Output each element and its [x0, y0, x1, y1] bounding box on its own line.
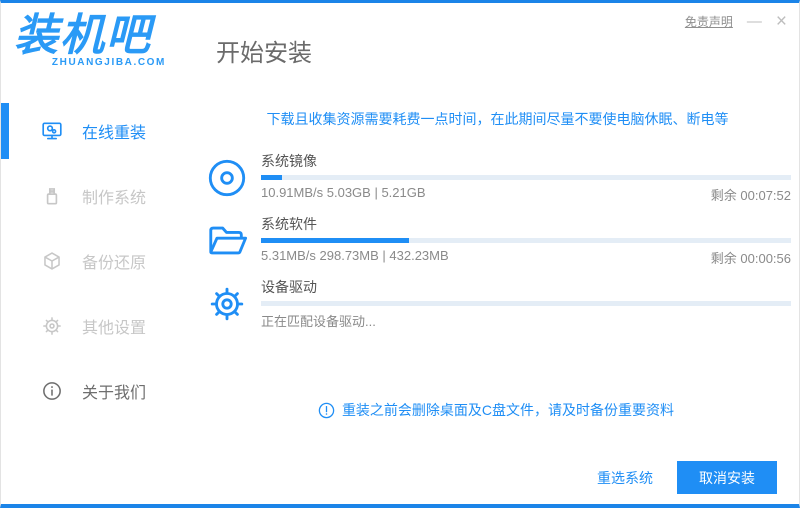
folder-icon [209, 226, 248, 254]
task-row-device-driver: 设备驱动 正在匹配设备驱动... [206, 277, 791, 330]
warning-text: 下载且收集资源需要耗费一点时间，在此期间尽量不要使电脑休眠、断电等 [266, 111, 729, 127]
task-time-remaining: 剩余 00:07:52 [710, 188, 791, 203]
sidebar-item-label: 在线重装 [82, 124, 147, 142]
task-speed-size: 10.91MB/s 5.03GB | 5.21GB [261, 185, 426, 200]
task-name: 设备驱动 [261, 279, 317, 295]
progress-bar [261, 238, 791, 243]
info-icon [43, 381, 61, 400]
minimize-button[interactable]: — [747, 14, 762, 29]
cancel-install-button[interactable]: 取消安装 [677, 461, 777, 494]
reselect-system-button[interactable]: 重选系统 [597, 468, 653, 488]
task-name: 系统软件 [261, 216, 317, 232]
sidebar: 在线重装 制作系统 备份还原 其他设置 关于我们 [1, 98, 191, 423]
progress-fill [261, 175, 283, 180]
task-status-text: 正在匹配设备驱动... [261, 314, 376, 329]
close-button[interactable]: × [776, 12, 787, 31]
app-window: 装机吧 ZHUANGJIBA.COM 开始安装 免责声明 — × 在线重装 制作… [0, 0, 800, 508]
page-title: 开始安装 [216, 40, 312, 67]
task-speed-size: 5.31MB/s 298.73MB | 432.23MB [261, 248, 449, 263]
gear-icon [43, 316, 61, 335]
app-logo: 装机吧 ZHUANGJIBA.COM [14, 11, 166, 68]
logo-text: 装机吧 [14, 11, 152, 60]
sidebar-item-other-settings[interactable]: 其他设置 [1, 293, 191, 358]
progress-fill [261, 238, 410, 243]
task-name: 系统镜像 [261, 153, 317, 169]
progress-bar [261, 175, 791, 180]
sidebar-item-about-us[interactable]: 关于我们 [1, 358, 191, 423]
backup-restore-icon [44, 251, 60, 270]
task-list: 系统镜像 10.91MB/s 5.03GB | 5.21GB 剩余 00:07:… [206, 151, 791, 330]
sidebar-item-label: 其他设置 [82, 319, 147, 337]
sidebar-item-backup-restore[interactable]: 备份还原 [1, 228, 191, 293]
task-row-system-image: 系统镜像 10.91MB/s 5.03GB | 5.21GB 剩余 00:07:… [206, 151, 791, 204]
notice-text: 重装之前会删除桌面及C盘文件，请及时备份重要资料 [341, 402, 675, 418]
task-row-system-software: 系统软件 5.31MB/s 298.73MB | 432.23MB 剩余 00:… [206, 214, 791, 267]
backup-notice: 重装之前会删除桌面及C盘文件，请及时备份重要资料 [191, 400, 800, 420]
main-content: 下载且收集资源需要耗费一点时间，在此期间尽量不要使电脑休眠、断电等 系统镜像 1… [191, 91, 800, 421]
gear-icon [210, 287, 244, 320]
monitor-reinstall-icon [42, 121, 62, 139]
task-time-remaining: 剩余 00:00:56 [710, 251, 791, 266]
sidebar-item-label: 关于我们 [82, 384, 147, 402]
titlebar-controls: 免责声明 — × [685, 12, 787, 31]
progress-bar [261, 301, 791, 306]
usb-icon [46, 187, 58, 205]
sidebar-item-label: 制作系统 [82, 189, 147, 207]
footer-actions: 重选系统 取消安装 [597, 461, 777, 494]
disclaimer-link[interactable]: 免责声明 [685, 13, 733, 30]
sidebar-item-make-system[interactable]: 制作系统 [1, 163, 191, 228]
exclamation-circle-icon [318, 402, 335, 418]
sidebar-item-label: 备份还原 [82, 254, 147, 272]
sidebar-item-online-reinstall[interactable]: 在线重装 [1, 98, 191, 163]
disc-icon [208, 159, 246, 196]
